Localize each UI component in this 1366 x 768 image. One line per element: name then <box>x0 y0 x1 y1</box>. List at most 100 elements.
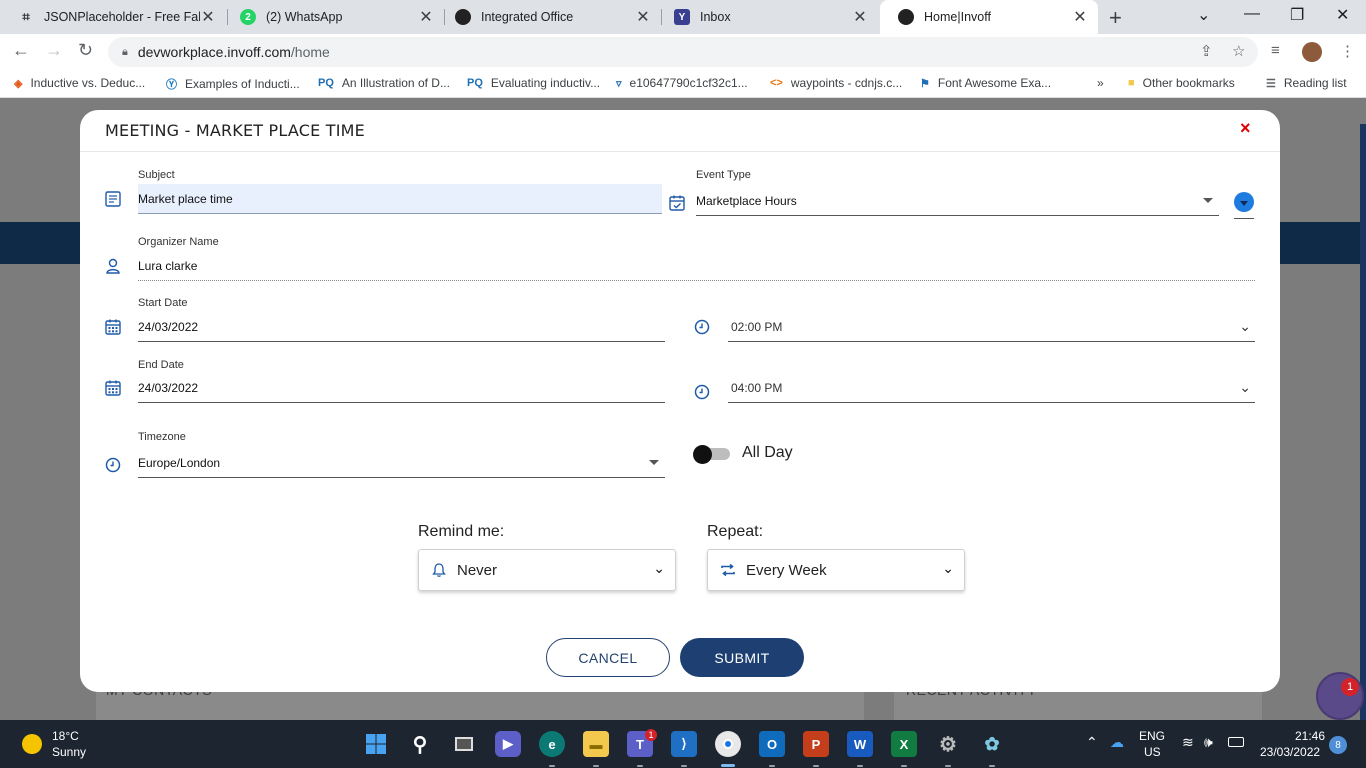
notification-badge[interactable]: 8 <box>1329 736 1347 754</box>
show-hidden-icons-chevron-icon[interactable]: ⌃ <box>1086 734 1098 751</box>
teams-badge: 1 <box>645 729 657 741</box>
bookmark-item[interactable]: ◈ Inductive vs. Deduc... <box>14 76 145 90</box>
user-icon <box>106 258 120 274</box>
start-date-input[interactable]: 24/03/2022 <box>138 312 665 342</box>
settings-gear-icon[interactable]: ⚙ <box>935 731 961 757</box>
powerpoint-icon[interactable]: P <box>803 731 829 757</box>
close-tab-icon[interactable]: ✕ <box>1072 7 1088 27</box>
teams-chat-icon[interactable]: ▶ <box>495 731 521 757</box>
bookmarks-overflow-button[interactable]: » <box>1097 76 1104 90</box>
all-day-toggle-knob[interactable] <box>693 445 712 464</box>
chat-launcher-button[interactable] <box>1316 672 1364 720</box>
chat-badge: 1 <box>1341 678 1359 696</box>
note-icon <box>105 191 121 207</box>
event-type-options-button[interactable] <box>1234 192 1254 212</box>
bookmark-item[interactable]: <> waypoints - cdnjs.c... <box>770 76 902 90</box>
close-tab-icon[interactable]: ✕ <box>200 7 216 27</box>
remind-select[interactable]: Never ⌄ <box>418 549 676 591</box>
minimize-icon[interactable]: — <box>1244 5 1260 23</box>
maximize-icon[interactable]: ❐ <box>1290 5 1304 25</box>
clock-icon <box>694 319 710 335</box>
sun-icon[interactable] <box>22 734 42 754</box>
chevron-down-icon: ⌄ <box>653 560 665 576</box>
tab-jsonplaceholder[interactable]: ⌗ JSONPlaceholder - Free Fake ✕ <box>0 0 226 34</box>
calendar-icon <box>105 319 121 335</box>
outlook-icon[interactable]: O <box>759 731 785 757</box>
chevron-down-icon: ⌄ <box>1239 379 1251 395</box>
app-icon[interactable]: ✿ <box>979 731 1005 757</box>
subject-input[interactable]: Market place time <box>138 184 662 214</box>
running-indicator <box>857 765 863 767</box>
running-indicator <box>989 765 995 767</box>
clock-date[interactable]: 23/03/2022 <box>1260 745 1320 759</box>
bookmark-star-icon[interactable]: ☆ <box>1232 42 1245 60</box>
cancel-button[interactable]: CANCEL <box>546 638 670 677</box>
close-icon[interactable]: × <box>1240 118 1251 139</box>
close-tab-icon[interactable]: ✕ <box>418 7 434 27</box>
onedrive-cloud-icon[interactable]: ☁ <box>1110 734 1124 751</box>
bookmark-item[interactable]: Ⓨ Examples of Inducti... <box>166 76 300 92</box>
end-date-label: End Date <box>138 359 184 371</box>
submit-button[interactable]: SUBMIT <box>680 638 804 677</box>
edge-icon[interactable]: e <box>539 731 565 757</box>
bookmark-item[interactable]: ⚑ Font Awesome Exa... <box>920 76 1051 90</box>
caret-down-icon <box>1240 200 1248 206</box>
address-bar[interactable]: 🔒︎ devworkplace.invoff.com/home <box>108 37 1258 67</box>
word-icon[interactable]: W <box>847 731 873 757</box>
back-icon[interactable]: ← <box>12 40 30 61</box>
wifi-icon[interactable]: ≋ <box>1182 734 1194 751</box>
close-window-icon[interactable]: ✕ <box>1336 5 1349 25</box>
chrome-icon[interactable] <box>715 731 741 757</box>
dropdown-caret-icon <box>1203 198 1213 203</box>
organizer-name-field[interactable]: Lura clarke <box>138 251 1255 281</box>
timezone-select[interactable]: Europe/London <box>138 448 665 478</box>
input-region[interactable]: US <box>1144 745 1161 759</box>
event-type-select[interactable]: Marketplace Hours <box>696 186 1219 216</box>
media-control-icon[interactable]: ≡ <box>1271 42 1280 59</box>
forward-icon[interactable]: → <box>45 40 63 61</box>
menu-kebab-icon[interactable]: ⋮ <box>1340 42 1355 60</box>
start-time-select[interactable]: 02:00 PM ⌄ <box>728 312 1255 342</box>
bookmark-item[interactable]: ▿ e10647790c1cf32c1... <box>616 76 748 90</box>
vscode-icon[interactable]: ⟩ <box>671 731 697 757</box>
tab-inbox[interactable]: Y Inbox ✕ <box>656 0 878 34</box>
profile-avatar[interactable] <box>1302 42 1322 62</box>
tab-whatsapp[interactable]: 2 (2) WhatsApp ✕ <box>222 0 444 34</box>
new-tab-button[interactable]: + <box>1109 5 1122 31</box>
page-scrollbar[interactable] <box>1360 124 1366 720</box>
yahoo-mail-icon: Y <box>674 9 690 25</box>
tab-title: JSONPlaceholder - Free Fake <box>44 10 200 24</box>
tab-search-icon[interactable]: ⌄ <box>1197 5 1210 25</box>
clock-icon <box>694 384 710 400</box>
close-tab-icon[interactable]: ✕ <box>852 7 868 27</box>
other-bookmarks-folder[interactable]: ■ Other bookmarks <box>1128 76 1235 90</box>
end-time-select[interactable]: 04:00 PM ⌄ <box>728 373 1255 403</box>
running-indicator <box>593 765 599 767</box>
clock-time[interactable]: 21:46 <box>1295 729 1325 743</box>
tab-home-invoff[interactable]: Home|Invoff ✕ <box>880 0 1098 34</box>
url-text: devworkplace.invoff.com/home <box>137 44 330 60</box>
weather-condition: Sunny <box>52 745 87 759</box>
bookmarks-bar: ◈ Inductive vs. Deduc... Ⓨ Examples of Ind… <box>0 70 1366 98</box>
share-icon[interactable]: ⇪ <box>1200 42 1213 60</box>
battery-icon[interactable] <box>1228 737 1244 747</box>
close-tab-icon[interactable]: ✕ <box>635 7 651 27</box>
input-language[interactable]: ENG <box>1139 729 1165 743</box>
running-indicator <box>637 765 643 767</box>
browser-toolbar: ← → ↻ 🔒︎ devworkplace.invoff.com/home ⇪ … <box>0 34 1366 70</box>
end-date-input[interactable]: 24/03/2022 <box>138 373 665 403</box>
volume-icon[interactable]: 🕪︎ <box>1204 734 1213 751</box>
repeat-select[interactable]: Every Week ⌄ <box>707 549 965 591</box>
reading-list-button[interactable]: ☰ Reading list <box>1266 76 1347 90</box>
bookmark-item[interactable]: PQ Evaluating inductiv... <box>467 76 600 90</box>
excel-icon[interactable]: X <box>891 731 917 757</box>
search-icon[interactable]: ⚲ <box>407 731 433 757</box>
remind-label: Remind me: <box>418 523 505 540</box>
start-windows-icon[interactable] <box>363 731 389 757</box>
bookmark-item[interactable]: PQ An Illustration of D... <box>318 76 450 90</box>
tab-integrated-office[interactable]: Integrated Office ✕ <box>437 0 661 34</box>
temperature: 18°C <box>52 729 79 743</box>
reload-icon[interactable]: ↻ <box>78 40 93 61</box>
task-view-icon[interactable] <box>451 731 477 757</box>
file-explorer-icon[interactable]: ▬ <box>583 731 609 757</box>
